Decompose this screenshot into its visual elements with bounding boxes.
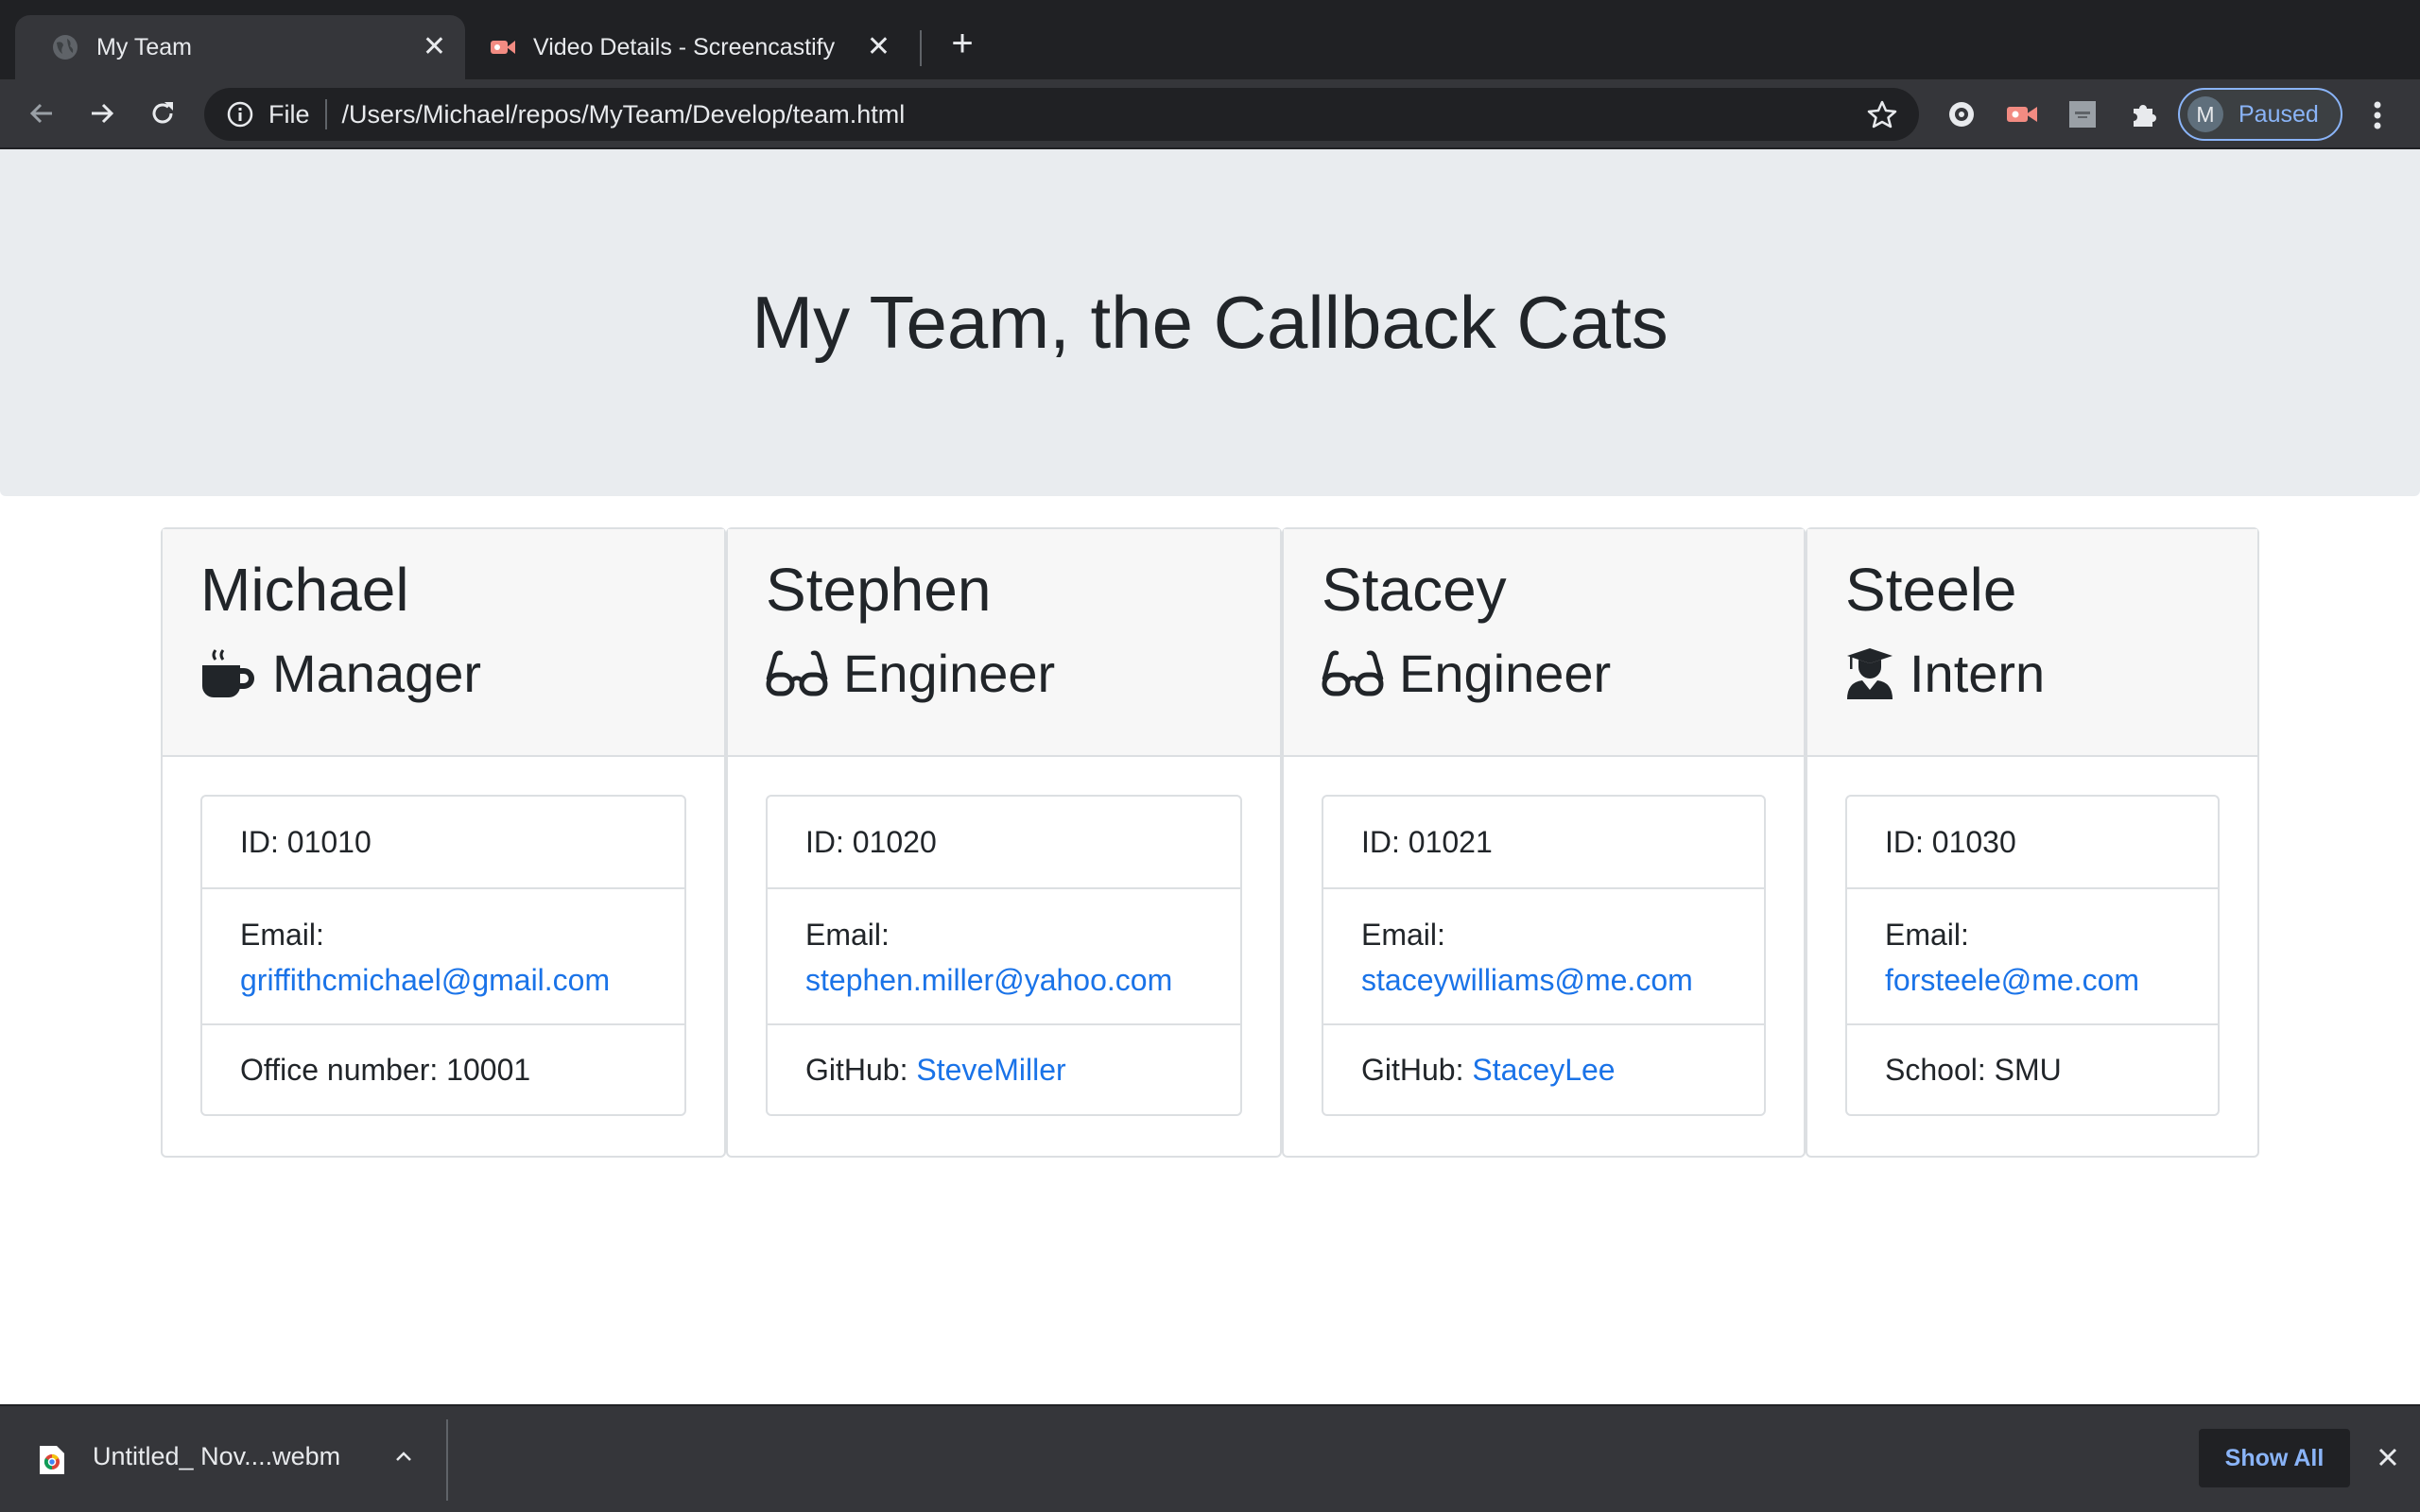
extension-circle-button[interactable] bbox=[1944, 96, 1979, 132]
mug-icon bbox=[202, 649, 254, 697]
avatar: M bbox=[2187, 96, 2223, 132]
member-details: ID: 01020 Email: stephen.miller@yahoo.co… bbox=[766, 795, 1242, 1116]
member-role: Manager bbox=[200, 643, 724, 705]
more-menu-icon[interactable] bbox=[2363, 96, 2392, 134]
forward-button[interactable] bbox=[83, 94, 121, 132]
tab-title: My Team bbox=[96, 33, 192, 60]
close-icon[interactable]: ✕ bbox=[867, 33, 890, 61]
glasses-icon bbox=[766, 650, 828, 696]
arrow-right-icon bbox=[92, 103, 114, 124]
role-label: Engineer bbox=[843, 644, 1056, 703]
member-card-steele: Steele Intern ID: 01030 Email: forsteele… bbox=[1806, 527, 2259, 1158]
reload-icon bbox=[152, 102, 173, 124]
address-bar[interactable]: File /Users/Michael/repos/MyTeam/Develop… bbox=[204, 88, 1919, 141]
email-label: Email: bbox=[1361, 918, 1445, 952]
member-name: Stephen bbox=[766, 556, 992, 624]
card-header: Steele Intern bbox=[1807, 529, 2257, 757]
github-link[interactable]: StaceyLee bbox=[1472, 1047, 1615, 1092]
member-role: Intern bbox=[1845, 643, 2257, 705]
page-header: My Team, the Callback Cats bbox=[0, 149, 2420, 496]
close-icon[interactable]: ✕ bbox=[423, 33, 446, 61]
card-header: Michael Manager bbox=[163, 529, 724, 757]
member-card-stephen: Stephen Engineer ID: 01020 Email: stephe… bbox=[726, 527, 1282, 1158]
member-details: ID: 01030 Email: forsteele@me.com School… bbox=[1845, 795, 2220, 1116]
github-link[interactable]: SteveMiller bbox=[916, 1047, 1065, 1092]
grey-extension-button[interactable] bbox=[2065, 96, 2100, 132]
email-link[interactable]: staceywilliams@me.com bbox=[1361, 963, 1693, 997]
member-id: ID: 01030 bbox=[1885, 825, 2016, 859]
info-icon[interactable] bbox=[225, 99, 255, 129]
role-label: Intern bbox=[1910, 644, 2046, 703]
close-icon[interactable] bbox=[2373, 1442, 2403, 1472]
profile-button[interactable]: M Paused bbox=[2178, 88, 2342, 141]
tab-screencastify[interactable]: Video Details - Screencastify ✕ bbox=[473, 15, 909, 79]
browser-toolbar: File /Users/Michael/repos/MyTeam/Develop… bbox=[0, 79, 2420, 149]
member-name: Steele bbox=[1845, 556, 2017, 624]
omnibox-divider bbox=[324, 99, 327, 129]
url-scheme: File bbox=[268, 99, 310, 129]
puzzle-icon bbox=[2134, 105, 2156, 127]
grey-square-icon bbox=[2069, 101, 2096, 128]
tab-divider bbox=[920, 30, 922, 66]
email-label: Email: bbox=[1885, 918, 1969, 952]
new-tab-button[interactable]: + bbox=[943, 25, 981, 62]
member-email-row: Email: forsteele@me.com bbox=[1847, 887, 2218, 1023]
extension-circle-icon bbox=[1949, 102, 1974, 127]
globe-icon bbox=[53, 35, 78, 60]
member-card-stacey: Stacey Engineer ID: 01021 Email: staceyw… bbox=[1282, 527, 1806, 1158]
screencastify-icon bbox=[2007, 107, 2037, 122]
download-file-name[interactable]: Untitled_ Nov....webm bbox=[93, 1442, 340, 1471]
reload-button[interactable] bbox=[144, 94, 182, 132]
show-all-button[interactable]: Show All bbox=[2199, 1429, 2350, 1487]
tab-my-team[interactable]: My Team ✕ bbox=[15, 15, 465, 79]
member-extra: GitHub: SteveMiller bbox=[768, 1023, 1240, 1114]
shelf-divider bbox=[446, 1419, 448, 1501]
member-email-row: Email: staceywilliams@me.com bbox=[1323, 887, 1764, 1023]
glasses-icon bbox=[1322, 650, 1384, 696]
tab-strip: My Team ✕ Video Details - Screencastify … bbox=[0, 0, 2420, 79]
email-link[interactable]: forsteele@me.com bbox=[1885, 963, 2139, 997]
member-card-michael: Michael Manager ID: 01010 Email: griffit… bbox=[161, 527, 726, 1158]
member-details: ID: 01010 Email: griffithcmichael@gmail.… bbox=[200, 795, 686, 1116]
tab-title: Video Details - Screencastify bbox=[533, 33, 836, 60]
member-extra: GitHub: StaceyLee bbox=[1323, 1023, 1764, 1114]
member-extra: School: SMU bbox=[1847, 1023, 2218, 1114]
member-extra: Office number: 10001 bbox=[202, 1023, 684, 1114]
member-role: Engineer bbox=[766, 643, 1280, 705]
profile-status: Paused bbox=[2238, 100, 2319, 128]
member-details: ID: 01021 Email: staceywilliams@me.com G… bbox=[1322, 795, 1766, 1116]
member-id: ID: 01020 bbox=[805, 825, 937, 859]
chevron-up-icon[interactable] bbox=[389, 1442, 418, 1470]
page-title: My Team, the Callback Cats bbox=[752, 281, 1668, 364]
extra-label: GitHub: bbox=[805, 1053, 917, 1087]
email-link[interactable]: griffithcmichael@gmail.com bbox=[240, 963, 610, 997]
card-header: Stacey Engineer bbox=[1284, 529, 1804, 757]
member-id: ID: 01021 bbox=[1361, 825, 1493, 859]
back-button[interactable] bbox=[23, 94, 60, 132]
role-label: Engineer bbox=[1399, 644, 1612, 703]
member-name: Stacey bbox=[1322, 556, 1507, 624]
extra-label: School: SMU bbox=[1885, 1053, 2062, 1087]
url-text[interactable]: /Users/Michael/repos/MyTeam/Develop/team… bbox=[342, 100, 1866, 129]
card-header: Stephen Engineer bbox=[728, 529, 1280, 757]
extensions-button[interactable] bbox=[2125, 96, 2161, 132]
arrow-left-icon bbox=[29, 103, 52, 124]
member-email-row: Email: griffithcmichael@gmail.com bbox=[202, 887, 684, 1023]
download-shelf: Untitled_ Nov....webm Show All bbox=[0, 1404, 2420, 1512]
email-label: Email: bbox=[240, 918, 324, 952]
email-label: Email: bbox=[805, 918, 890, 952]
member-id: ID: 01010 bbox=[240, 825, 372, 859]
extra-label: Office number: 10001 bbox=[240, 1053, 531, 1087]
member-role: Engineer bbox=[1322, 643, 1804, 705]
screencastify-extension-button[interactable] bbox=[2004, 96, 2040, 132]
chrome-file-icon[interactable] bbox=[38, 1444, 66, 1476]
extra-label: GitHub: bbox=[1361, 1053, 1473, 1087]
star-icon[interactable] bbox=[1866, 98, 1898, 130]
member-name: Michael bbox=[200, 556, 409, 624]
role-label: Manager bbox=[272, 644, 482, 703]
email-link[interactable]: stephen.miller@yahoo.com bbox=[805, 963, 1172, 997]
member-email-row: Email: stephen.miller@yahoo.com bbox=[768, 887, 1240, 1023]
graduate-icon bbox=[1847, 648, 1893, 699]
screencastify-icon bbox=[491, 41, 515, 54]
